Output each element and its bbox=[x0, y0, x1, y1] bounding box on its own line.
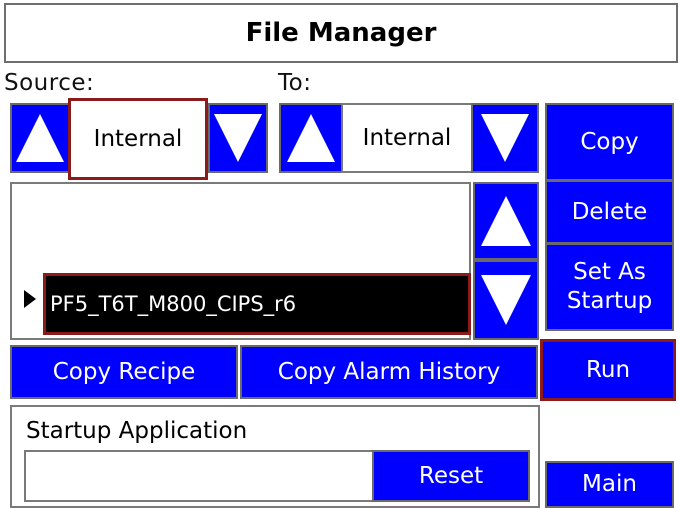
file-list-item-selected[interactable]: PF5_T6T_M800_CIPS_r6 bbox=[43, 273, 471, 335]
list-scroll-up-button[interactable] bbox=[473, 182, 539, 260]
set-as-startup-button[interactable]: Set As Startup bbox=[545, 243, 674, 331]
run-button[interactable]: Run bbox=[540, 339, 676, 401]
main-button[interactable]: Main bbox=[545, 461, 674, 508]
triangle-up-icon bbox=[16, 114, 64, 162]
source-select[interactable]: Internal bbox=[68, 98, 208, 180]
to-select[interactable]: Internal bbox=[341, 103, 473, 173]
triangle-up-icon bbox=[481, 196, 531, 246]
copy-recipe-button[interactable]: Copy Recipe bbox=[10, 345, 238, 399]
source-up-button[interactable] bbox=[10, 103, 70, 173]
reset-button[interactable]: Reset bbox=[372, 450, 530, 502]
page-title: File Manager bbox=[4, 3, 678, 63]
delete-button[interactable]: Delete bbox=[545, 180, 674, 244]
triangle-down-icon bbox=[214, 114, 262, 162]
triangle-down-icon bbox=[481, 275, 531, 325]
row-pointer-icon bbox=[24, 290, 36, 308]
list-scroll-down-button[interactable] bbox=[473, 260, 539, 340]
startup-application-field bbox=[24, 450, 374, 502]
copy-alarm-history-button[interactable]: Copy Alarm History bbox=[240, 345, 538, 399]
to-label: To: bbox=[278, 70, 312, 96]
to-up-button[interactable] bbox=[279, 103, 343, 173]
source-down-button[interactable] bbox=[208, 103, 268, 173]
copy-button[interactable]: Copy bbox=[545, 103, 674, 181]
startup-application-label: Startup Application bbox=[26, 418, 248, 444]
to-down-button[interactable] bbox=[471, 103, 539, 173]
triangle-down-icon bbox=[481, 114, 529, 162]
triangle-up-icon bbox=[287, 114, 335, 162]
source-label: Source: bbox=[4, 70, 95, 96]
